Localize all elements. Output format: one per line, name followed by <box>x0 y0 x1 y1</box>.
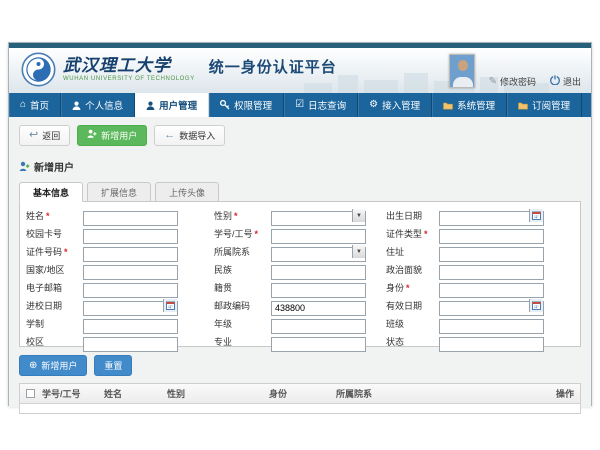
user-manage-icon <box>146 101 155 110</box>
col-department: 所属院系 <box>332 387 552 400</box>
nav-item-access-management[interactable]: ⚙ 接入管理 <box>358 93 432 117</box>
pencil-icon: ✎ <box>489 76 497 88</box>
form-row: 姓名* 性别* ▼ 出生日期 <box>26 208 574 223</box>
brand: 武汉理工大学 WUHAN UNIVERSITY OF TECHNOLOGY 统一… <box>21 52 337 87</box>
header: 武汉理工大学 WUHAN UNIVERSITY OF TECHNOLOGY 统一… <box>9 48 591 93</box>
department-select: ▼ <box>271 244 366 259</box>
nav-item-permission-management[interactable]: 权限管理 <box>209 93 284 117</box>
users-table-empty-body <box>20 404 580 413</box>
main-navigation: ⌂ 首页 个人信息 用户管理 权限管理 ☑ 日志查询 ⚙ 接入管理 <box>9 93 591 117</box>
gear-icon: ⚙ <box>369 100 378 110</box>
status-field <box>439 334 544 349</box>
ethnicity-field <box>271 262 366 277</box>
chevron-down-icon[interactable]: ▼ <box>352 245 365 258</box>
tab-basic-info[interactable]: 基本信息 <box>19 182 83 202</box>
change-password-label: 修改密码 <box>500 76 536 88</box>
submit-add-user-button[interactable]: ⊕ 新增用户 <box>19 355 87 376</box>
form-row: 国家/地区 民族 政治面貌 <box>26 262 574 277</box>
change-password-link[interactable]: ✎ 修改密码 <box>489 76 536 88</box>
class-field <box>439 316 544 331</box>
select-all-checkbox[interactable] <box>26 389 35 398</box>
nav-item-subscription-management[interactable]: 订阅管理 <box>507 93 582 117</box>
university-name-block: 武汉理工大学 WUHAN UNIVERSITY OF TECHNOLOGY <box>63 57 195 83</box>
col-student-id: 学号/工号 <box>38 387 100 400</box>
name-field <box>83 208 178 223</box>
plus-circle-icon: ⊕ <box>29 360 37 371</box>
identity-field <box>439 280 544 295</box>
home-icon: ⌂ <box>20 100 26 110</box>
form-actions: ⊕ 新增用户 重置 <box>19 355 581 376</box>
col-operations: 操作 <box>552 387 580 400</box>
content-area: ↩ 返回 新增用户 ← 数据导入 新增用户 基本信息 扩展信息 上传头 <box>9 117 591 407</box>
nav-item-system-management[interactable]: 系统管理 <box>432 93 507 117</box>
import-arrow-icon: ← <box>164 130 175 141</box>
address-field <box>439 244 544 259</box>
power-icon <box>550 75 560 88</box>
id-type-field <box>439 226 544 241</box>
nav-item-profile[interactable]: 个人信息 <box>61 93 135 117</box>
log-check-icon: ☑ <box>295 100 304 110</box>
users-table-header: 学号/工号 姓名 性别 身份 所属院系 操作 <box>20 384 580 404</box>
study-duration-field <box>83 316 178 331</box>
app-window: 武汉理工大学 WUHAN UNIVERSITY OF TECHNOLOGY 统一… <box>8 42 592 406</box>
col-gender: 性别 <box>163 387 265 400</box>
calendar-icon[interactable] <box>163 299 177 312</box>
form-row: 校区 专业 状态 <box>26 334 574 349</box>
folder-icon <box>518 101 528 110</box>
student-id-field <box>271 226 366 241</box>
university-name: 武汉理工大学 <box>63 57 195 76</box>
form-row: 进校日期 邮政编码 有效日期 <box>26 298 574 313</box>
email-field <box>83 280 178 295</box>
form-row: 校园卡号 学号/工号* 证件类型* <box>26 226 574 241</box>
nav-item-log-query[interactable]: ☑ 日志查询 <box>284 93 358 117</box>
header-right: ✎ 修改密码 退出 <box>449 54 581 88</box>
major-field <box>271 334 366 349</box>
tab-upload-avatar[interactable]: 上传头像 <box>155 182 219 202</box>
political-status-field <box>439 262 544 277</box>
form-row: 电子邮箱 籍贯 身份* <box>26 280 574 295</box>
campus-field <box>83 334 178 349</box>
add-user-icon <box>87 129 97 142</box>
form-row: 学制 年级 班级 <box>26 316 574 331</box>
tab-extended-info[interactable]: 扩展信息 <box>87 182 151 202</box>
postal-code-field <box>271 298 366 313</box>
users-table: 学号/工号 姓名 性别 身份 所属院系 操作 <box>19 383 581 414</box>
section-title: 新增用户 <box>19 159 581 174</box>
user-avatar[interactable] <box>449 54 475 88</box>
nav-item-user-management[interactable]: 用户管理 <box>135 93 209 117</box>
key-icon <box>220 100 230 110</box>
gender-select: ▼ <box>271 208 366 223</box>
person-icon <box>72 101 81 110</box>
university-name-en: WUHAN UNIVERSITY OF TECHNOLOGY <box>63 76 195 83</box>
add-user-toolbar-button[interactable]: 新增用户 <box>77 125 147 146</box>
platform-title: 统一身份认证平台 <box>209 56 337 77</box>
valid-date-field <box>439 298 544 313</box>
logout-link[interactable]: 退出 <box>550 75 581 88</box>
logout-label: 退出 <box>563 76 581 88</box>
id-number-field <box>83 244 178 259</box>
birth-date-field <box>439 208 544 223</box>
add-user-section-icon <box>19 161 30 172</box>
back-arrow-icon: ↩ <box>29 130 38 141</box>
campus-card-field <box>83 226 178 241</box>
native-place-field <box>271 280 366 295</box>
col-identity: 身份 <box>265 387 332 400</box>
chevron-down-icon[interactable]: ▼ <box>352 209 365 222</box>
reset-button[interactable]: 重置 <box>94 355 132 376</box>
back-button[interactable]: ↩ 返回 <box>19 125 70 146</box>
country-region-field <box>83 262 178 277</box>
university-logo-icon <box>21 52 56 87</box>
col-name: 姓名 <box>100 387 163 400</box>
folder-icon <box>443 101 453 110</box>
basic-info-form: 姓名* 性别* ▼ 出生日期 校园卡号 学号/工号* 证件类型* 证件号码* 所… <box>19 201 581 347</box>
form-row: 证件号码* 所属院系 ▼ 住址 <box>26 244 574 259</box>
calendar-icon[interactable] <box>529 299 543 312</box>
data-import-button[interactable]: ← 数据导入 <box>154 125 225 146</box>
form-tabs: 基本信息 扩展信息 上传头像 <box>19 182 581 202</box>
entry-date-field <box>83 298 178 313</box>
calendar-icon[interactable] <box>529 209 543 222</box>
nav-item-home[interactable]: ⌂ 首页 <box>9 93 61 117</box>
toolbar: ↩ 返回 新增用户 ← 数据导入 <box>19 125 581 146</box>
grade-field <box>271 316 366 331</box>
